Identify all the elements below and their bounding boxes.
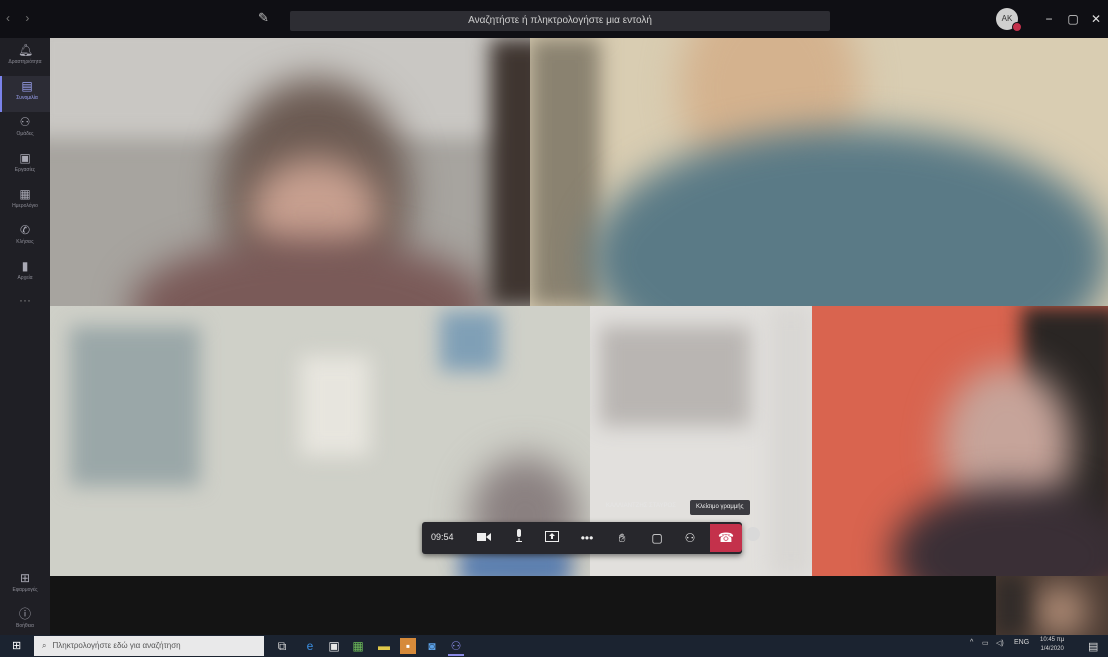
taskbar-search-placeholder: Πληκτρολογήστε εδώ για αναζήτηση xyxy=(52,641,181,650)
show-participants-button[interactable]: ⚇ xyxy=(680,528,700,548)
task-view-icon[interactable]: ⧉ xyxy=(274,638,290,654)
camera-icon xyxy=(477,533,491,541)
share-screen-button[interactable] xyxy=(542,528,562,548)
rail-item-label: Εφαρμογές xyxy=(12,587,38,593)
participant-name-label: ΚΑΛΛΙΑΝΤΖΗΣ ΣΤΑΥΡΟΣ xyxy=(606,503,676,509)
calendar-icon: ▦ xyxy=(19,187,31,201)
call-indicator-circle xyxy=(746,527,760,541)
hang-up-button[interactable]: ☎︎ xyxy=(710,524,742,552)
participant-video-1 xyxy=(50,38,530,306)
call-timer: 09:54 xyxy=(431,532,454,542)
rail-item-calls[interactable]: ✆ Κλήσεις xyxy=(0,220,50,256)
volume-icon[interactable]: ◁) xyxy=(996,639,1004,647)
windows-start-icon[interactable]: ⊞ xyxy=(12,640,24,652)
bell-icon: 🔔︎ xyxy=(18,43,34,57)
raise-hand-button[interactable]: ✋︎ xyxy=(612,528,632,548)
network-icon[interactable]: ▭ xyxy=(982,639,989,647)
more-icon: ••• xyxy=(580,531,594,545)
mic-toggle-button[interactable] xyxy=(509,528,529,548)
more-actions-button[interactable]: ••• xyxy=(577,528,597,548)
share-screen-icon xyxy=(545,531,559,542)
assignments-icon: ▣ xyxy=(19,151,31,165)
file-explorer-icon[interactable]: ▬ xyxy=(376,638,392,654)
end-call-tooltip: Κλείσιμο γραμμής xyxy=(690,500,750,515)
stage-bottom-area xyxy=(50,576,1108,635)
chat-icon: ▤ xyxy=(21,79,33,93)
rail-item-label: Αρχεία xyxy=(17,275,33,281)
notification-center-icon[interactable]: ▤ xyxy=(1088,640,1098,653)
video-stage xyxy=(50,38,1108,576)
rail-item-apps[interactable]: ⊞ Εφαρμογές xyxy=(0,568,50,604)
close-window-button[interactable]: ✕ xyxy=(1087,12,1105,26)
rail-item-label: Εργασίες xyxy=(14,167,36,173)
teams-taskbar-icon[interactable]: ⚇ xyxy=(448,638,464,656)
phone-hangup-icon: ☎︎ xyxy=(717,530,735,545)
windows-taskbar: ⊞ ⌕ Πληκτρολογήστε εδώ για αναζήτηση ⧉ e … xyxy=(0,635,1108,657)
hand-icon: ✋︎ xyxy=(618,531,626,545)
camera-toggle-button[interactable] xyxy=(474,528,494,548)
maximize-button[interactable]: ▢ xyxy=(1064,12,1082,26)
taskbar-search-input[interactable]: ⌕ Πληκτρολογήστε εδώ για αναζήτηση xyxy=(34,636,264,656)
files-icon: ▮ xyxy=(21,259,29,273)
outlook-icon[interactable]: ◙ xyxy=(424,638,440,654)
taskbar-clock[interactable]: 10:45 πμ 1/4/2020 xyxy=(1040,636,1064,654)
back-forward-arrows[interactable]: ‹ › xyxy=(6,11,35,25)
search-icon: ⌕ xyxy=(42,641,47,650)
rail-item-files[interactable]: ▮ Αρχεία xyxy=(0,256,50,292)
participant-video-5 xyxy=(812,306,1108,576)
clock-time: 10:45 πμ xyxy=(1040,637,1065,643)
app-rail: 🔔︎ Δραστηριότητα ▤ Συνομιλία ⚇ Ομάδες ▣ … xyxy=(0,38,52,635)
language-indicator[interactable]: ENG xyxy=(1014,639,1029,646)
edge-browser-icon[interactable]: e xyxy=(302,638,318,654)
rail-item-activity[interactable]: 🔔︎ Δραστηριότητα xyxy=(0,40,50,76)
self-video-preview xyxy=(996,576,1108,635)
rail-item-calendar[interactable]: ▦ Ημερολόγιο xyxy=(0,184,50,220)
rail-item-label: Ομάδες xyxy=(16,131,34,137)
tray-chevron-icon[interactable]: ^ xyxy=(970,639,973,646)
rail-item-label: Δραστηριότητα xyxy=(8,59,42,65)
rail-item-label: Ημερολόγιο xyxy=(12,203,38,209)
minimize-button[interactable]: − xyxy=(1040,12,1058,26)
apps-icon: ⊞ xyxy=(19,571,31,585)
command-search-input[interactable]: Αναζητήστε ή πληκτρολογήστε μια εντολή xyxy=(290,11,830,31)
call-controls-bar: 09:54 ••• ✋︎ ▢ ⚇ ☎︎ xyxy=(422,522,742,554)
phone-icon: ✆ xyxy=(19,223,31,237)
participants-icon: ⚇ xyxy=(684,531,696,545)
title-bar: ‹ › ✎ Αναζητήστε ή πληκτρολογήστε μια εν… xyxy=(0,0,1108,38)
teams-icon: ⚇ xyxy=(19,115,31,129)
app-icon-orange[interactable]: ▪ xyxy=(400,638,416,654)
app-icon-green[interactable]: ▦ xyxy=(350,638,366,654)
more-apps-button[interactable]: ··· xyxy=(0,293,50,307)
presence-status-dot xyxy=(1012,22,1022,32)
chat-bubble-icon: ▢ xyxy=(651,531,663,545)
rail-item-label: Βοήθεια xyxy=(16,623,34,629)
show-conversation-button[interactable]: ▢ xyxy=(647,528,667,548)
microphone-icon xyxy=(516,529,522,542)
participant-video-2 xyxy=(530,38,1108,306)
rail-item-chat[interactable]: ▤ Συνομιλία xyxy=(0,76,52,112)
store-icon[interactable]: ▣ xyxy=(326,638,342,654)
rail-item-teams[interactable]: ⚇ Ομάδες xyxy=(0,112,50,148)
clock-date: 1/4/2020 xyxy=(1040,646,1064,652)
rail-item-assignments[interactable]: ▣ Εργασίες xyxy=(0,148,50,184)
rail-item-label: Συνομιλία xyxy=(16,95,38,101)
help-icon: ⓘ xyxy=(18,607,31,621)
rail-item-label: Κλήσεις xyxy=(16,239,34,245)
new-chat-icon[interactable]: ✎ xyxy=(258,10,274,26)
